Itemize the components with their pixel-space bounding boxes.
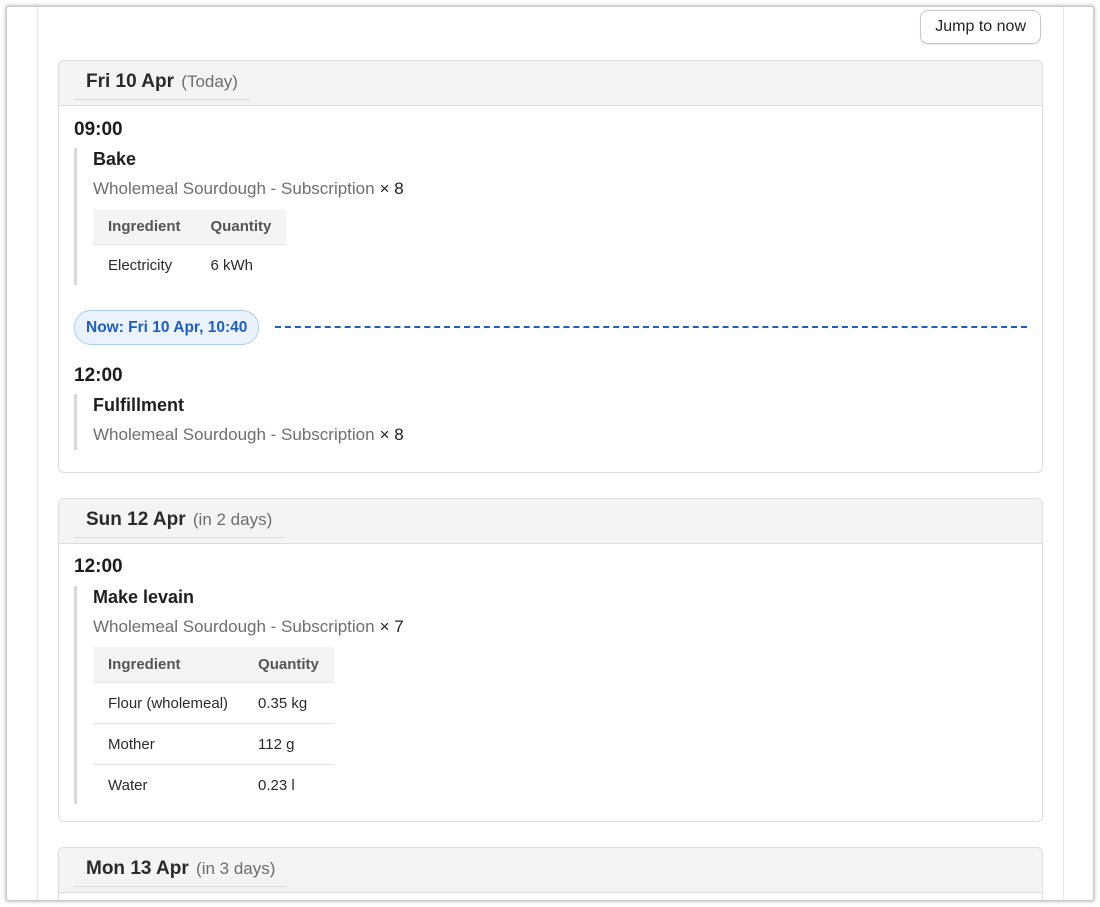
task-block: Bake Wholemeal Sourdough - Subscription ×… (74, 148, 404, 285)
task-product: Wholemeal Sourdough - Subscription × 7 (93, 616, 404, 638)
day-date: Mon 13 Apr (86, 858, 189, 879)
quantity-column-header: Quantity (243, 647, 334, 683)
jump-to-now-button[interactable]: Jump to now (920, 10, 1041, 44)
ingredient-column-header: Ingredient (93, 647, 244, 683)
ingredient-cell: Flour (wholemeal) (93, 682, 244, 724)
day-title: Mon 13 Apr (in 3 days) (74, 858, 288, 887)
product-quantity: × 8 (379, 425, 404, 444)
task-block: Make levain Wholemeal Sourdough - Subscr… (74, 586, 404, 805)
product-name: Wholemeal Sourdough - Subscription (93, 425, 375, 444)
day-card: Sun 12 Apr (in 2 days) 12:00 Make levain… (58, 498, 1043, 822)
day-card: Mon 13 Apr (in 3 days) (58, 847, 1043, 900)
ingredient-table: Ingredient Quantity Flour (wholemeal) 0.… (93, 647, 334, 805)
quantity-cell: 0.35 kg (243, 682, 334, 724)
table-row: Water 0.23 l (93, 764, 334, 805)
product-name: Wholemeal Sourdough - Subscription (93, 179, 375, 198)
ingredient-table: Ingredient Quantity Electricity 6 kWh (93, 209, 287, 285)
ingredient-column-header: Ingredient (93, 209, 196, 245)
slot-time: 09:00 (74, 119, 123, 140)
day-relative: (Today) (181, 72, 238, 91)
task-product: Wholemeal Sourdough - Subscription × 8 (93, 178, 404, 200)
day-relative: (in 2 days) (192, 510, 273, 529)
now-indicator: Now: Fri 10 Apr, 10:40 (74, 310, 1027, 346)
task-title: Bake (93, 149, 137, 169)
table-header-row: Ingredient Quantity (93, 647, 334, 683)
day-header: Sun 12 Apr (in 2 days) (59, 499, 1042, 544)
table-header-row: Ingredient Quantity (93, 209, 287, 245)
table-row: Electricity 6 kWh (93, 244, 287, 285)
now-line (275, 326, 1027, 328)
product-quantity: × 8 (379, 179, 404, 198)
task-block: Fulfillment Wholemeal Sourdough - Subscr… (74, 394, 404, 450)
slot-time: 12:00 (74, 365, 123, 386)
day-header: Mon 13 Apr (in 3 days) (59, 848, 1042, 893)
table-row: Flour (wholemeal) 0.35 kg (93, 682, 334, 724)
ingredient-cell: Water (93, 764, 244, 805)
day-title: Sun 12 Apr (in 2 days) (74, 509, 285, 538)
day-title: Fri 10 Apr (Today) (74, 71, 250, 100)
slot-time: 12:00 (74, 556, 123, 577)
task-title: Make levain (93, 587, 195, 607)
table-row: Mother 112 g (93, 723, 334, 765)
task-product: Wholemeal Sourdough - Subscription × 8 (93, 424, 404, 446)
day-relative: (in 3 days) (196, 859, 276, 878)
day-date: Sun 12 Apr (86, 509, 186, 530)
task-title: Fulfillment (93, 395, 184, 415)
schedule-column: Jump to now Fri 10 Apr (Today) 09:00 Bak… (37, 7, 1064, 900)
quantity-cell: 6 kWh (195, 244, 287, 285)
product-name: Wholemeal Sourdough - Subscription (93, 617, 375, 636)
quantity-cell: 112 g (243, 723, 334, 765)
ingredient-cell: Mother (93, 723, 244, 765)
now-badge: Now: Fri 10 Apr, 10:40 (74, 310, 260, 345)
day-card: Fri 10 Apr (Today) 09:00 Bake Wholemeal … (58, 60, 1043, 473)
quantity-column-header: Quantity (195, 209, 287, 245)
day-date: Fri 10 Apr (86, 71, 174, 92)
ingredient-cell: Electricity (93, 244, 196, 285)
quantity-cell: 0.23 l (243, 764, 334, 805)
schedule-window: Jump to now Fri 10 Apr (Today) 09:00 Bak… (6, 6, 1094, 901)
day-header: Fri 10 Apr (Today) (59, 61, 1042, 106)
product-quantity: × 7 (379, 617, 404, 636)
